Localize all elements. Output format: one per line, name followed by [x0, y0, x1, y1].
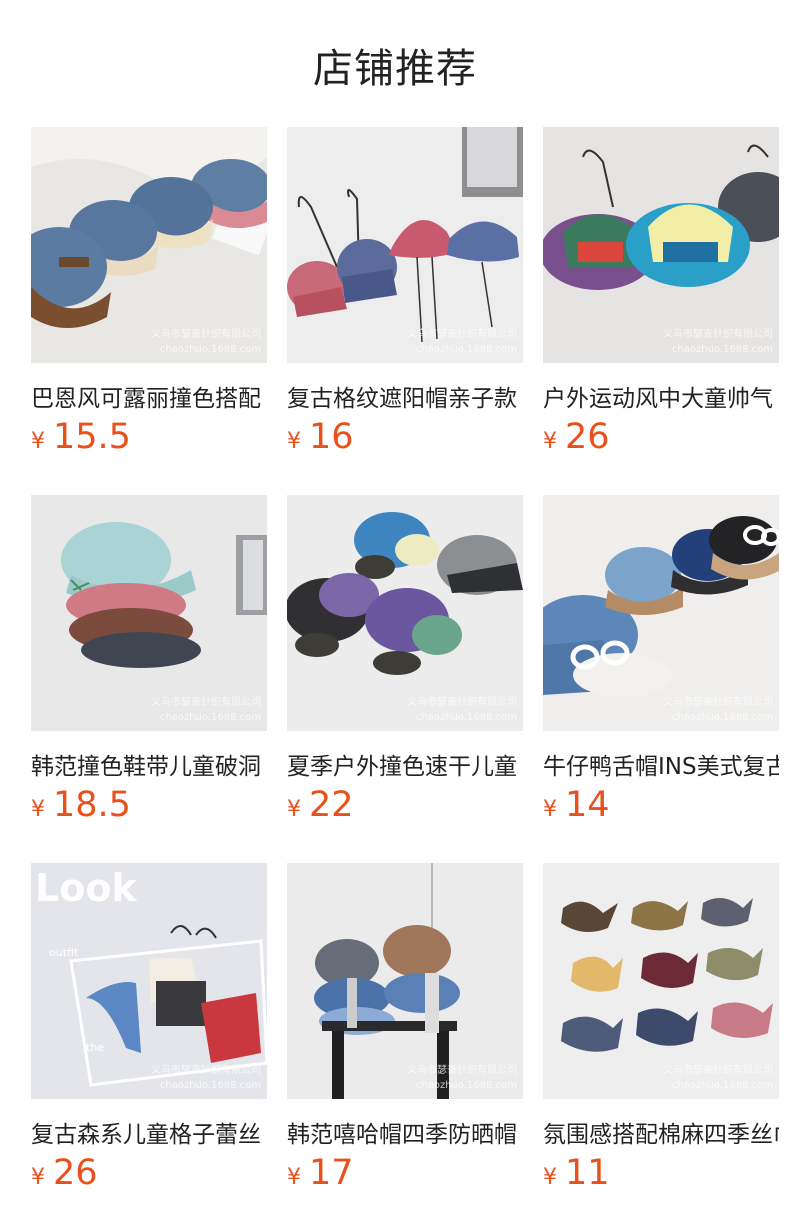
product-card[interactable]: Look outfit the 义乌市瑟奋针织有限公司 chaozhuo.1688… — [31, 863, 267, 1193]
product-card[interactable]: 义乌市瑟奋针织有限公司 chaozhuo.1688.com 韩范撞色鞋带儿童破洞 … — [31, 495, 267, 825]
watermark: 义乌市瑟奋针织有限公司 chaozhuo.1688.com — [151, 329, 261, 355]
section-title: 店铺推荐 — [313, 46, 477, 92]
product-price: ¥14 — [543, 785, 610, 827]
product-name[interactable]: 巴恩风可露丽撞色搭配 — [31, 383, 267, 415]
product-image[interactable]: 义乌市瑟奋针织有限公司 chaozhuo.1688.com — [543, 127, 779, 363]
currency-symbol: ¥ — [31, 1165, 45, 1190]
currency-symbol: ¥ — [287, 429, 301, 454]
product-name[interactable]: 韩范嘻哈帽四季防晒帽 — [287, 1119, 523, 1151]
currency-symbol: ¥ — [31, 429, 45, 454]
currency-symbol: ¥ — [287, 1165, 301, 1190]
currency-symbol: ¥ — [543, 429, 557, 454]
price-value: 17 — [309, 1153, 354, 1193]
price-value: 26 — [565, 417, 610, 457]
product-card[interactable]: 义乌市瑟奋针织有限公司 chaozhuo.1688.com 户外运动风中大童帅气 … — [543, 127, 779, 457]
product-card[interactable]: 义乌市瑟奋针织有限公司 chaozhuo.1688.com 牛仔鸭舌帽INS美式复… — [543, 495, 779, 825]
product-name[interactable]: 户外运动风中大童帅气 — [543, 383, 779, 415]
watermark: 义乌市瑟奋针织有限公司 chaozhuo.1688.com — [151, 1065, 261, 1091]
look-overlay-text: Look — [35, 866, 137, 910]
product-price: ¥18.5 — [31, 785, 131, 827]
product-image[interactable]: 义乌市瑟奋针织有限公司 chaozhuo.1688.com — [287, 495, 523, 731]
currency-symbol: ¥ — [543, 797, 557, 822]
product-name[interactable]: 牛仔鸭舌帽INS美式复古 — [543, 751, 779, 783]
price-value: 14 — [565, 785, 610, 825]
price-value: 15.5 — [53, 417, 131, 457]
product-card[interactable]: 义乌市瑟奋针织有限公司 chaozhuo.1688.com 夏季户外撞色速干儿童 … — [287, 495, 523, 825]
product-price: ¥17 — [287, 1153, 354, 1195]
watermark: 义乌市瑟奋针织有限公司 chaozhuo.1688.com — [663, 1065, 773, 1091]
watermark: 义乌市瑟奋针织有限公司 chaozhuo.1688.com — [407, 697, 517, 723]
product-card[interactable]: 义乌市瑟奋针织有限公司 chaozhuo.1688.com 巴恩风可露丽撞色搭配 … — [31, 127, 267, 457]
product-name[interactable]: 夏季户外撞色速干儿童 — [287, 751, 523, 783]
currency-symbol: ¥ — [287, 797, 301, 822]
product-image[interactable]: 义乌市瑟奋针织有限公司 chaozhuo.1688.com — [543, 863, 779, 1099]
the-overlay-text: the — [86, 1041, 104, 1054]
product-price: ¥11 — [543, 1153, 610, 1195]
watermark: 义乌市瑟奋针织有限公司 chaozhuo.1688.com — [407, 329, 517, 355]
product-image[interactable]: 义乌市瑟奋针织有限公司 chaozhuo.1688.com — [287, 127, 523, 363]
currency-symbol: ¥ — [31, 797, 45, 822]
watermark: 义乌市瑟奋针织有限公司 chaozhuo.1688.com — [407, 1065, 517, 1091]
product-name[interactable]: 复古格纹遮阳帽亲子款 — [287, 383, 523, 415]
price-value: 11 — [565, 1153, 610, 1193]
watermark: 义乌市瑟奋针织有限公司 chaozhuo.1688.com — [151, 697, 261, 723]
product-card[interactable]: 义乌市瑟奋针织有限公司 chaozhuo.1688.com 韩范嘻哈帽四季防晒帽 … — [287, 863, 523, 1193]
product-name[interactable]: 氛围感搭配棉麻四季丝巾 — [543, 1119, 779, 1151]
price-value: 18.5 — [53, 785, 131, 825]
currency-symbol: ¥ — [543, 1165, 557, 1190]
product-price: ¥16 — [287, 417, 354, 459]
product-image[interactable]: 义乌市瑟奋针织有限公司 chaozhuo.1688.com — [287, 863, 523, 1099]
price-value: 22 — [309, 785, 354, 825]
product-price: ¥15.5 — [31, 417, 131, 459]
price-value: 16 — [309, 417, 354, 457]
price-value: 26 — [53, 1153, 98, 1193]
product-price: ¥26 — [543, 417, 610, 459]
product-image[interactable]: 义乌市瑟奋针织有限公司 chaozhuo.1688.com — [31, 127, 267, 363]
product-card[interactable]: 义乌市瑟奋针织有限公司 chaozhuo.1688.com 复古格纹遮阳帽亲子款 … — [287, 127, 523, 457]
product-image[interactable]: 义乌市瑟奋针织有限公司 chaozhuo.1688.com — [31, 495, 267, 731]
outfit-overlay-text: outfit — [49, 946, 79, 959]
product-image[interactable]: 义乌市瑟奋针织有限公司 chaozhuo.1688.com — [543, 495, 779, 731]
product-image[interactable]: Look outfit the 义乌市瑟奋针织有限公司 chaozhuo.1688… — [31, 863, 267, 1099]
product-name[interactable]: 复古森系儿童格子蕾丝 — [31, 1119, 267, 1151]
product-price: ¥22 — [287, 785, 354, 827]
watermark: 义乌市瑟奋针织有限公司 chaozhuo.1688.com — [663, 697, 773, 723]
product-name[interactable]: 韩范撞色鞋带儿童破洞 — [31, 751, 267, 783]
product-card[interactable]: 义乌市瑟奋针织有限公司 chaozhuo.1688.com 氛围感搭配棉麻四季丝巾… — [543, 863, 779, 1193]
watermark: 义乌市瑟奋针织有限公司 chaozhuo.1688.com — [663, 329, 773, 355]
product-price: ¥26 — [31, 1153, 98, 1195]
